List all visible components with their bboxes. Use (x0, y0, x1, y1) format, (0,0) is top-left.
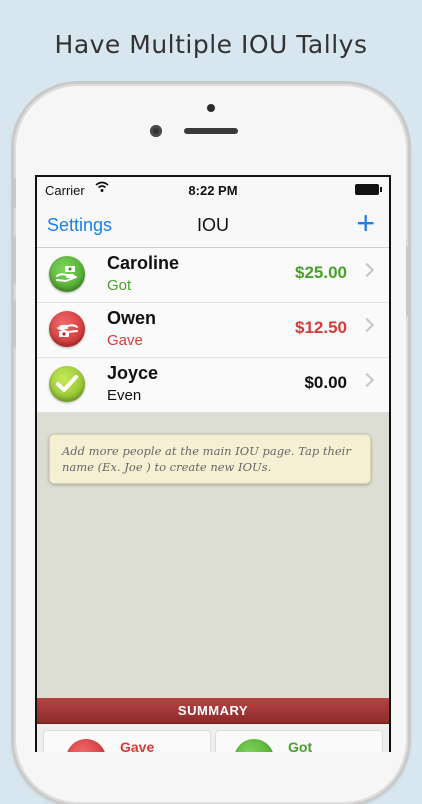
person-name: Joyce (107, 363, 159, 383)
chevron-right-icon (359, 317, 375, 333)
phone-volume-up-button (12, 236, 16, 284)
chevron-right-icon (359, 372, 375, 388)
person-status: Got (107, 277, 132, 294)
summary-header: SUMMARY (37, 698, 389, 724)
summary-got-label: Got (288, 739, 313, 752)
people-list: Caroline Got $25.00 Owen Gave $12.50 Joy… (37, 248, 389, 413)
summary-gave-card[interactable]: Gave (43, 730, 211, 752)
summary-panel: Gave Got (37, 724, 389, 752)
phone-speaker-grille (184, 128, 238, 134)
hand-money-got-icon (49, 256, 85, 292)
phone-volume-down-button (12, 300, 16, 348)
battery-icon (355, 184, 382, 195)
person-row-joyce[interactable]: Joyce Even $0.00 (37, 358, 389, 413)
person-name: Caroline (107, 253, 180, 273)
phone-side-button (12, 178, 16, 208)
promo-headline: Have Multiple IOU Tallys (54, 30, 368, 59)
add-person-button[interactable]: + (356, 207, 375, 239)
person-amount: $12.50 (295, 318, 347, 337)
checkmark-icon (49, 366, 85, 402)
hand-money-gave-icon (49, 311, 85, 347)
phone-sensor-dot (207, 104, 215, 112)
hand-money-got-icon (234, 739, 274, 752)
hint-note: Add more people at the main IOU page. Ta… (49, 434, 371, 484)
person-status: Even (107, 387, 142, 404)
person-row-caroline[interactable]: Caroline Got $25.00 (37, 248, 389, 303)
person-row-owen[interactable]: Owen Gave $12.50 (37, 303, 389, 358)
front-camera-icon (150, 125, 162, 137)
status-time: 8:22 PM (188, 183, 238, 198)
chevron-right-icon (359, 262, 375, 278)
status-bar: Carrier 8:22 PM (37, 177, 389, 201)
navigation-bar: Settings IOU + (37, 201, 389, 248)
person-name: Owen (107, 308, 157, 328)
summary-gave-label: Gave (120, 739, 155, 752)
person-amount: $25.00 (295, 263, 347, 282)
summary-got-card[interactable]: Got (215, 730, 383, 752)
person-amount: $0.00 (304, 373, 347, 392)
phone-power-button (406, 246, 410, 316)
hand-money-gave-icon (66, 739, 106, 752)
phone-screen: Carrier 8:22 PM Settings IOU + Caroline … (35, 175, 391, 752)
page-title: IOU (196, 215, 229, 235)
person-status: Gave (107, 332, 143, 349)
